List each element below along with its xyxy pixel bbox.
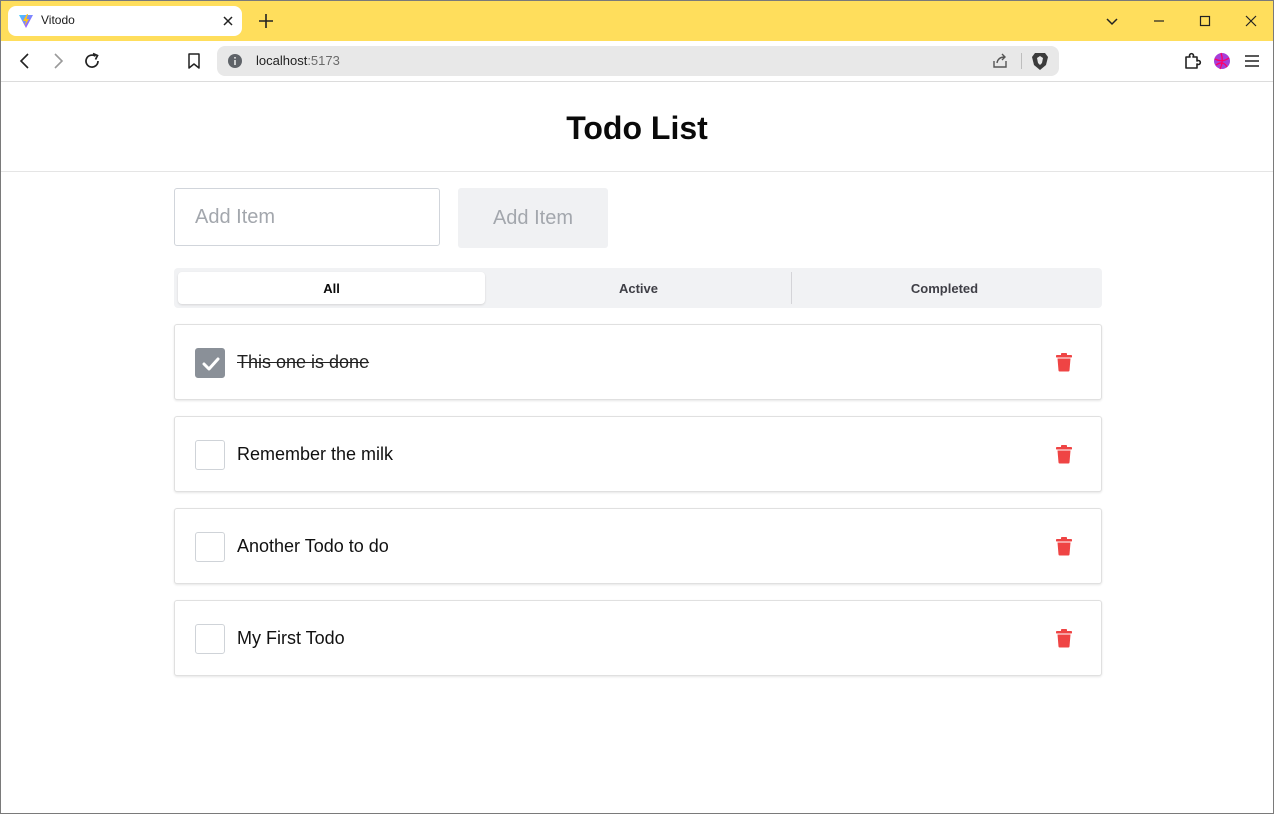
todo-text: This one is done	[237, 352, 370, 372]
tab-completed[interactable]: Completed	[791, 272, 1098, 304]
tab-active[interactable]: Active	[485, 272, 792, 304]
trash-icon[interactable]	[1055, 444, 1073, 464]
todo-checkbox[interactable]	[195, 624, 225, 654]
bookmark-icon[interactable]	[184, 51, 204, 71]
browser-window: Vitodo localhost:5173 Todo List Add Item…	[0, 0, 1274, 814]
page-header: Todo List	[1, 82, 1273, 172]
trash-icon[interactable]	[1055, 536, 1073, 556]
filter-tabs: All Active Completed	[174, 268, 1102, 308]
url-host: localhost	[256, 53, 308, 68]
minimize-icon[interactable]	[1151, 13, 1167, 29]
title-bar: Vitodo	[1, 1, 1273, 41]
tab-search-chevron-icon[interactable]	[1104, 13, 1120, 29]
todo-item: Another Todo to do	[174, 508, 1102, 584]
vite-logo-icon	[18, 13, 34, 29]
todo-item: My First Todo	[174, 600, 1102, 676]
add-item-input[interactable]	[174, 188, 440, 246]
todo-text: Remember the milk	[237, 444, 394, 464]
menu-icon[interactable]	[1242, 51, 1262, 71]
url-port: :5173	[307, 53, 340, 68]
todo-text: My First Todo	[237, 628, 345, 648]
page-title: Todo List	[566, 110, 708, 146]
todo-item: This one is done	[174, 324, 1102, 400]
url-text: localhost:5173	[256, 53, 340, 68]
share-icon[interactable]	[991, 52, 1009, 70]
todo-item: Remember the milk	[174, 416, 1102, 492]
browser-toolbar: localhost:5173	[1, 41, 1273, 82]
address-bar[interactable]: localhost:5173	[217, 46, 1059, 76]
new-tab-icon[interactable]	[257, 12, 275, 30]
todo-checkbox-checked[interactable]	[195, 348, 225, 378]
omnibox-divider	[1021, 53, 1022, 69]
reload-icon[interactable]	[82, 51, 102, 71]
todo-checkbox[interactable]	[195, 532, 225, 562]
back-icon[interactable]	[15, 51, 35, 71]
todo-checkbox[interactable]	[195, 440, 225, 470]
trash-icon[interactable]	[1055, 628, 1073, 648]
todo-text: Another Todo to do	[237, 536, 389, 556]
tab-vitodo[interactable]: Vitodo	[8, 6, 242, 36]
checkmark-icon	[202, 357, 220, 371]
site-info-icon[interactable]	[227, 53, 243, 69]
tab-all[interactable]: All	[178, 272, 485, 304]
extensions-icon[interactable]	[1182, 51, 1202, 71]
maximize-icon[interactable]	[1197, 13, 1213, 29]
close-window-icon[interactable]	[1243, 13, 1259, 29]
profile-avatar-icon[interactable]	[1212, 51, 1232, 71]
add-item-button[interactable]: Add Item	[458, 188, 608, 248]
brave-shields-icon[interactable]	[1031, 51, 1049, 71]
forward-icon[interactable]	[48, 51, 68, 71]
trash-icon[interactable]	[1055, 352, 1073, 372]
close-tab-icon[interactable]	[220, 13, 236, 29]
tab-title: Vitodo	[41, 13, 75, 27]
